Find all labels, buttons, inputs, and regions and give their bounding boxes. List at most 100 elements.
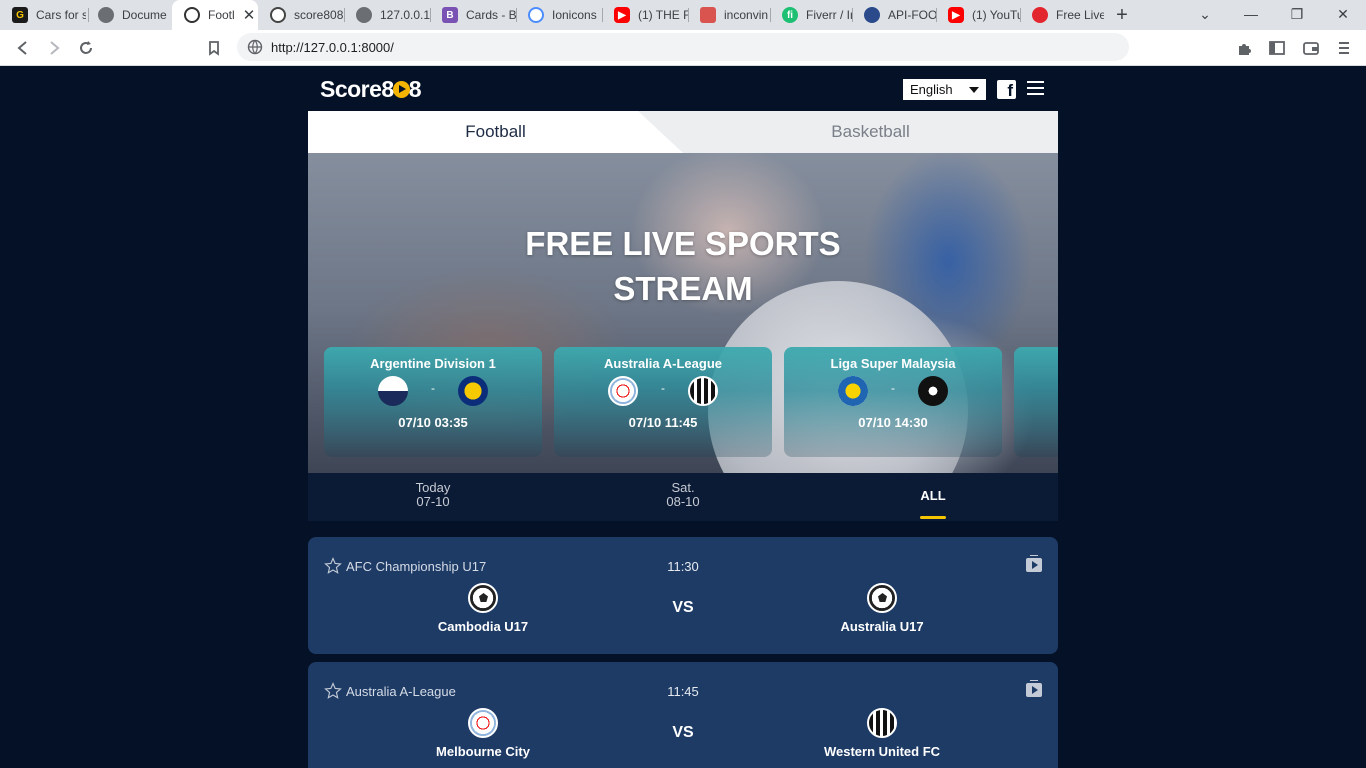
api-icon (864, 7, 880, 23)
browser-tab-title: inconvin (724, 8, 769, 22)
date-tab-saturday[interactable]: Sat. 08-10 (558, 481, 808, 509)
date-tab-label: Sat. (671, 480, 695, 495)
soccer-ball-icon (1032, 7, 1048, 23)
active-tab-indicator (920, 516, 946, 519)
close-tab-icon[interactable]: ✕ (243, 6, 256, 24)
browser-tab[interactable]: G Cars for s (0, 0, 86, 30)
browser-toolbar: http://127.0.0.1:8000/ (0, 30, 1366, 66)
close-window-icon[interactable]: ✕ (1333, 6, 1353, 23)
browser-tab[interactable]: fi Fiverr / Ir (770, 0, 852, 30)
language-select[interactable]: English (903, 79, 986, 100)
live-stream-icon[interactable] (1026, 680, 1042, 697)
browser-tab-title: (1) YouTu (972, 8, 1020, 22)
browser-tab[interactable]: 127.0.0.1 (344, 0, 430, 30)
browser-tab[interactable]: API-FOO (852, 0, 936, 30)
browser-tab-title: Cars for s (36, 8, 86, 22)
featured-match-card-partial[interactable] (1014, 347, 1058, 457)
logo-play-icon (392, 81, 410, 98)
date-tab-date: 07-10 (416, 494, 450, 509)
soccer-ball-icon (270, 7, 286, 23)
team-name: Cambodia U17 (437, 619, 529, 634)
minimize-icon[interactable]: — (1241, 6, 1261, 22)
bookmark-icon[interactable] (204, 38, 224, 58)
reload-icon[interactable] (76, 38, 96, 58)
featured-time: 07/10 03:35 (398, 415, 468, 430)
globe-icon (247, 39, 263, 55)
live-stream-icon[interactable] (1026, 555, 1042, 572)
browser-tab[interactable]: score808 (258, 0, 344, 30)
new-tab-icon[interactable]: + (1112, 4, 1132, 27)
team-name: Western United FC (823, 744, 941, 759)
browser-tab-title: score808 (294, 8, 344, 22)
globe-icon (356, 7, 372, 23)
more-options-icon[interactable] (1334, 38, 1354, 58)
forward-icon[interactable] (44, 38, 64, 58)
hero-banner: Football Basketball FREE LIVE SPORTS STR… (308, 111, 1058, 473)
date-tabs: Today 07-10 Sat. 08-10 ALL (308, 473, 1058, 521)
featured-match-card[interactable]: Australia A-League - 07/10 11:45 (554, 347, 772, 457)
browser-tab-title: (1) THE F (638, 8, 688, 22)
featured-league: Argentine Division 1 (370, 356, 496, 371)
address-bar[interactable]: http://127.0.0.1:8000/ (237, 33, 1129, 61)
hamburger-menu-icon[interactable] (1027, 81, 1044, 96)
browser-tab[interactable]: B Cards - B (430, 0, 516, 30)
youtube-icon: ▶ (614, 7, 630, 23)
tab-search-icon[interactable]: ⌄ (1195, 6, 1215, 23)
featured-dash: - (661, 381, 665, 395)
extensions-icon[interactable] (1235, 38, 1255, 58)
browser-tab-title: Free Live (1056, 8, 1104, 22)
browser-tabstrip: G Cars for s Docume Footl ✕ score808 127… (0, 0, 1366, 30)
away-team: Western United FC (782, 708, 982, 759)
page-container: Score8 8 English f Football Basketball FR… (308, 67, 1058, 768)
browser-tab-active[interactable]: Footl ✕ (172, 0, 258, 30)
soccer-ball-icon (184, 7, 200, 23)
browser-tab[interactable]: Docume (86, 0, 172, 30)
sport-tabs: Football Basketball (308, 111, 1058, 153)
browser-tab-title: Cards - B (466, 8, 516, 22)
team-crest-icon (918, 376, 948, 406)
url-text: http://127.0.0.1:8000/ (271, 40, 394, 55)
team-crest-icon (867, 708, 897, 738)
match-card[interactable]: Australia A-League 11:45 Melbourne City … (308, 662, 1058, 768)
team-crest-icon (458, 376, 488, 406)
featured-match-card[interactable]: Argentine Division 1 - 07/10 03:35 (324, 347, 542, 457)
browser-tab[interactable]: inconvin (688, 0, 770, 30)
match-card[interactable]: AFC Championship U17 11:30 Cambodia U17 … (308, 537, 1058, 654)
fiverr-icon: fi (782, 7, 798, 23)
restore-icon[interactable]: ❐ (1287, 6, 1307, 23)
featured-league: Australia A-League (604, 356, 722, 371)
team-name: Melbourne City (436, 744, 530, 759)
browser-tab-title: Footl (208, 8, 235, 22)
featured-time: 07/10 11:45 (628, 415, 698, 430)
browser-tab[interactable]: ▶ (1) THE F (602, 0, 688, 30)
team-crest-icon (688, 376, 718, 406)
wallet-icon[interactable] (1301, 38, 1321, 58)
featured-time: 07/10 14:30 (858, 415, 928, 430)
team-name: Australia U17 (840, 619, 924, 634)
site-header: Score8 8 English f (308, 67, 1058, 111)
date-tab-today[interactable]: Today 07-10 (308, 481, 558, 509)
browser-tab[interactable]: Free Live (1020, 0, 1104, 30)
site-logo[interactable]: Score8 8 (320, 76, 422, 103)
featured-match-card[interactable]: Liga Super Malaysia - 07/10 14:30 (784, 347, 1002, 457)
facebook-icon[interactable]: f (997, 80, 1016, 100)
globe-icon (98, 7, 114, 23)
ionicons-icon (528, 7, 544, 23)
back-icon[interactable] (13, 38, 33, 58)
tab-football[interactable]: Football (308, 111, 683, 153)
browser-tab-title: API-FOO (888, 8, 936, 22)
side-panel-icon[interactable] (1267, 38, 1287, 58)
away-team: Australia U17 (782, 583, 982, 634)
match-time: 11:30 (667, 559, 699, 574)
browser-tab[interactable]: Ionicons (516, 0, 602, 30)
date-tab-all[interactable]: ALL (808, 489, 1058, 519)
featured-dash: - (431, 381, 435, 395)
carsforsale-icon: G (12, 7, 28, 23)
tab-basketball[interactable]: Basketball (683, 111, 1058, 153)
browser-tab[interactable]: ▶ (1) YouTu (936, 0, 1020, 30)
logo-suffix: 8 (408, 76, 422, 102)
featured-dash: - (891, 381, 895, 395)
language-value: English (910, 82, 953, 97)
shield-icon (700, 7, 716, 23)
youtube-icon: ▶ (948, 7, 964, 23)
